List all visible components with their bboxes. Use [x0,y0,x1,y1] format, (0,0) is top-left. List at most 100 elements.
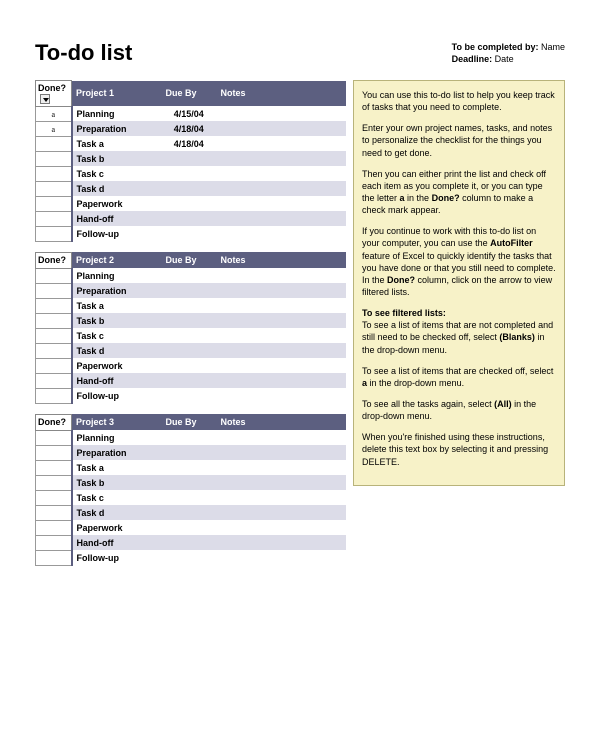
task-cell[interactable]: Task b [72,313,162,328]
done-cell[interactable] [36,475,72,490]
done-cell[interactable] [36,460,72,475]
task-cell[interactable]: Planning [72,268,162,283]
task-cell[interactable]: Preparation [72,121,162,136]
task-cell[interactable]: Paperwork [72,520,162,535]
task-cell[interactable]: Task c [72,328,162,343]
notes-cell[interactable] [217,121,347,136]
due-cell[interactable] [162,328,217,343]
notes-cell[interactable] [217,211,347,226]
task-cell[interactable]: Preparation [72,283,162,298]
notes-cell[interactable] [217,181,347,196]
notes-cell[interactable] [217,151,347,166]
due-cell[interactable] [162,313,217,328]
notes-cell[interactable] [217,388,347,403]
due-cell[interactable] [162,211,217,226]
task-cell[interactable]: Paperwork [72,196,162,211]
due-cell[interactable] [162,358,217,373]
done-cell[interactable]: a [36,121,72,136]
due-cell[interactable] [162,196,217,211]
due-cell[interactable] [162,268,217,283]
done-cell[interactable] [36,196,72,211]
task-cell[interactable]: Task d [72,181,162,196]
due-cell[interactable] [162,343,217,358]
due-cell[interactable] [162,298,217,313]
task-cell[interactable]: Task c [72,490,162,505]
done-cell[interactable] [36,550,72,565]
notes-cell[interactable] [217,268,347,283]
notes-cell[interactable] [217,430,347,445]
notes-cell[interactable] [217,520,347,535]
due-cell[interactable] [162,535,217,550]
task-cell[interactable]: Planning [72,430,162,445]
done-cell[interactable] [36,268,72,283]
due-cell[interactable] [162,181,217,196]
notes-cell[interactable] [217,505,347,520]
task-cell[interactable]: Task d [72,343,162,358]
task-cell[interactable]: Follow-up [72,550,162,565]
notes-cell[interactable] [217,535,347,550]
task-cell[interactable]: Task d [72,505,162,520]
notes-cell[interactable] [217,166,347,181]
task-cell[interactable]: Task a [72,298,162,313]
due-cell[interactable]: 4/18/04 [162,121,217,136]
done-cell[interactable] [36,430,72,445]
due-cell[interactable] [162,445,217,460]
notes-cell[interactable] [217,283,347,298]
done-cell[interactable] [36,283,72,298]
done-cell[interactable] [36,343,72,358]
done-cell[interactable] [36,505,72,520]
task-cell[interactable]: Task b [72,151,162,166]
notes-cell[interactable] [217,475,347,490]
due-cell[interactable] [162,166,217,181]
task-cell[interactable]: Preparation [72,445,162,460]
due-cell[interactable]: 4/18/04 [162,136,217,151]
task-cell[interactable]: Hand-off [72,535,162,550]
task-cell[interactable]: Follow-up [72,226,162,241]
done-cell[interactable] [36,358,72,373]
notes-cell[interactable] [217,358,347,373]
done-cell[interactable] [36,211,72,226]
done-cell[interactable] [36,298,72,313]
done-cell[interactable] [36,373,72,388]
notes-cell[interactable] [217,136,347,151]
done-cell[interactable] [36,490,72,505]
done-header[interactable]: Done? [36,81,72,107]
done-cell[interactable] [36,328,72,343]
task-cell[interactable]: Paperwork [72,358,162,373]
due-cell[interactable] [162,520,217,535]
notes-cell[interactable] [217,373,347,388]
notes-cell[interactable] [217,196,347,211]
due-cell[interactable] [162,550,217,565]
instructions-box[interactable]: You can use this to-do list to help you … [353,80,565,486]
done-cell[interactable] [36,151,72,166]
notes-cell[interactable] [217,550,347,565]
done-cell[interactable] [36,313,72,328]
done-cell[interactable] [36,445,72,460]
notes-cell[interactable] [217,328,347,343]
done-cell[interactable] [36,166,72,181]
filter-dropdown-icon[interactable] [40,94,50,104]
due-cell[interactable] [162,388,217,403]
task-cell[interactable]: Task c [72,166,162,181]
notes-cell[interactable] [217,313,347,328]
task-cell[interactable]: Task a [72,460,162,475]
task-cell[interactable]: Hand-off [72,373,162,388]
task-cell[interactable]: Follow-up [72,388,162,403]
due-cell[interactable] [162,283,217,298]
due-cell[interactable] [162,460,217,475]
due-cell[interactable] [162,430,217,445]
due-cell[interactable] [162,226,217,241]
done-cell[interactable] [36,535,72,550]
notes-cell[interactable] [217,106,347,121]
notes-cell[interactable] [217,226,347,241]
notes-cell[interactable] [217,343,347,358]
due-cell[interactable] [162,151,217,166]
task-cell[interactable]: Planning [72,106,162,121]
done-cell[interactable]: a [36,106,72,121]
done-cell[interactable] [36,226,72,241]
done-cell[interactable] [36,136,72,151]
notes-cell[interactable] [217,490,347,505]
task-cell[interactable]: Hand-off [72,211,162,226]
due-cell[interactable] [162,475,217,490]
due-cell[interactable] [162,490,217,505]
